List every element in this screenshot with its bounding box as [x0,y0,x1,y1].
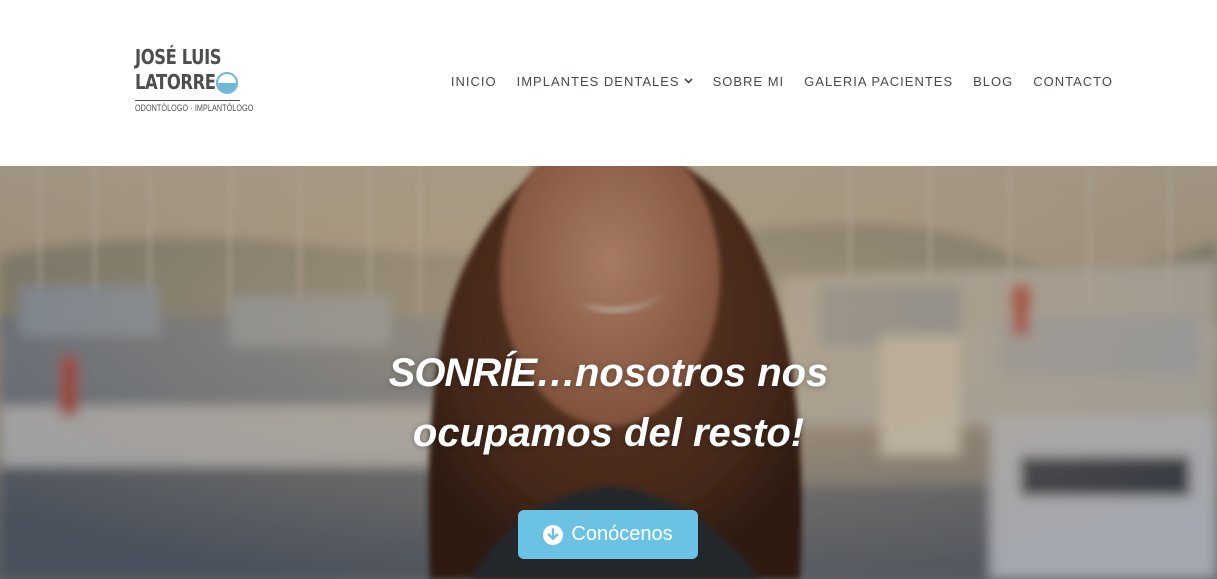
logo-divider [135,100,240,101]
main-navigation: INICIO IMPLANTES DENTALES SOBRE MI GALER… [451,71,1113,91]
nav-item-label: BLOG [973,73,1014,89]
nav-item-sobre-mi[interactable]: SOBRE MI [713,74,785,89]
logo-tagline: ODONTÓLOGO · IMPLANTÓLOGO [135,103,254,113]
nav-item-inicio[interactable]: INICIO [451,74,497,89]
nav-item-label: IMPLANTES DENTALES [516,73,680,89]
logo-name-line1: JOSÉ LUIS [135,45,222,69]
arrow-down-circle-icon [543,524,564,545]
nav-item-label: GALERIA PACIENTES [804,73,954,89]
site-logo[interactable]: JOSÉ LUIS LATORRE ODONTÓLOGO · IMPLANTÓL… [135,45,253,117]
logo-name-line2: LATORRE [135,70,216,94]
conocenos-button[interactable]: Conócenos [518,510,698,559]
nav-item-implantes-dentales[interactable]: IMPLANTES DENTALES [517,74,693,89]
site-header: JOSÉ LUIS LATORRE ODONTÓLOGO · IMPLANTÓL… [0,0,1217,166]
nav-item-blog[interactable]: BLOG [973,74,1013,89]
hero-heading: SONRÍE…nosotros nos ocupamos del resto! [0,343,1217,463]
hero-heading-line2: ocupamos del resto! [412,411,805,455]
hero-heading-strong: SONRÍE… [388,351,576,395]
conocenos-button-label: Conócenos [571,523,673,545]
tooth-half-circle-icon [216,72,238,94]
nav-item-label: SOBRE MI [712,73,785,89]
hero-heading-line1: nosotros nos [575,351,829,395]
hero-section: SONRÍE…nosotros nos ocupamos del resto! … [0,166,1217,579]
chevron-down-icon [684,78,693,84]
nav-item-galeria-pacientes[interactable]: GALERIA PACIENTES [804,74,953,89]
nav-item-contacto[interactable]: CONTACTO [1033,74,1113,89]
nav-item-label: CONTACTO [1033,73,1113,89]
nav-item-label: INICIO [450,73,497,89]
